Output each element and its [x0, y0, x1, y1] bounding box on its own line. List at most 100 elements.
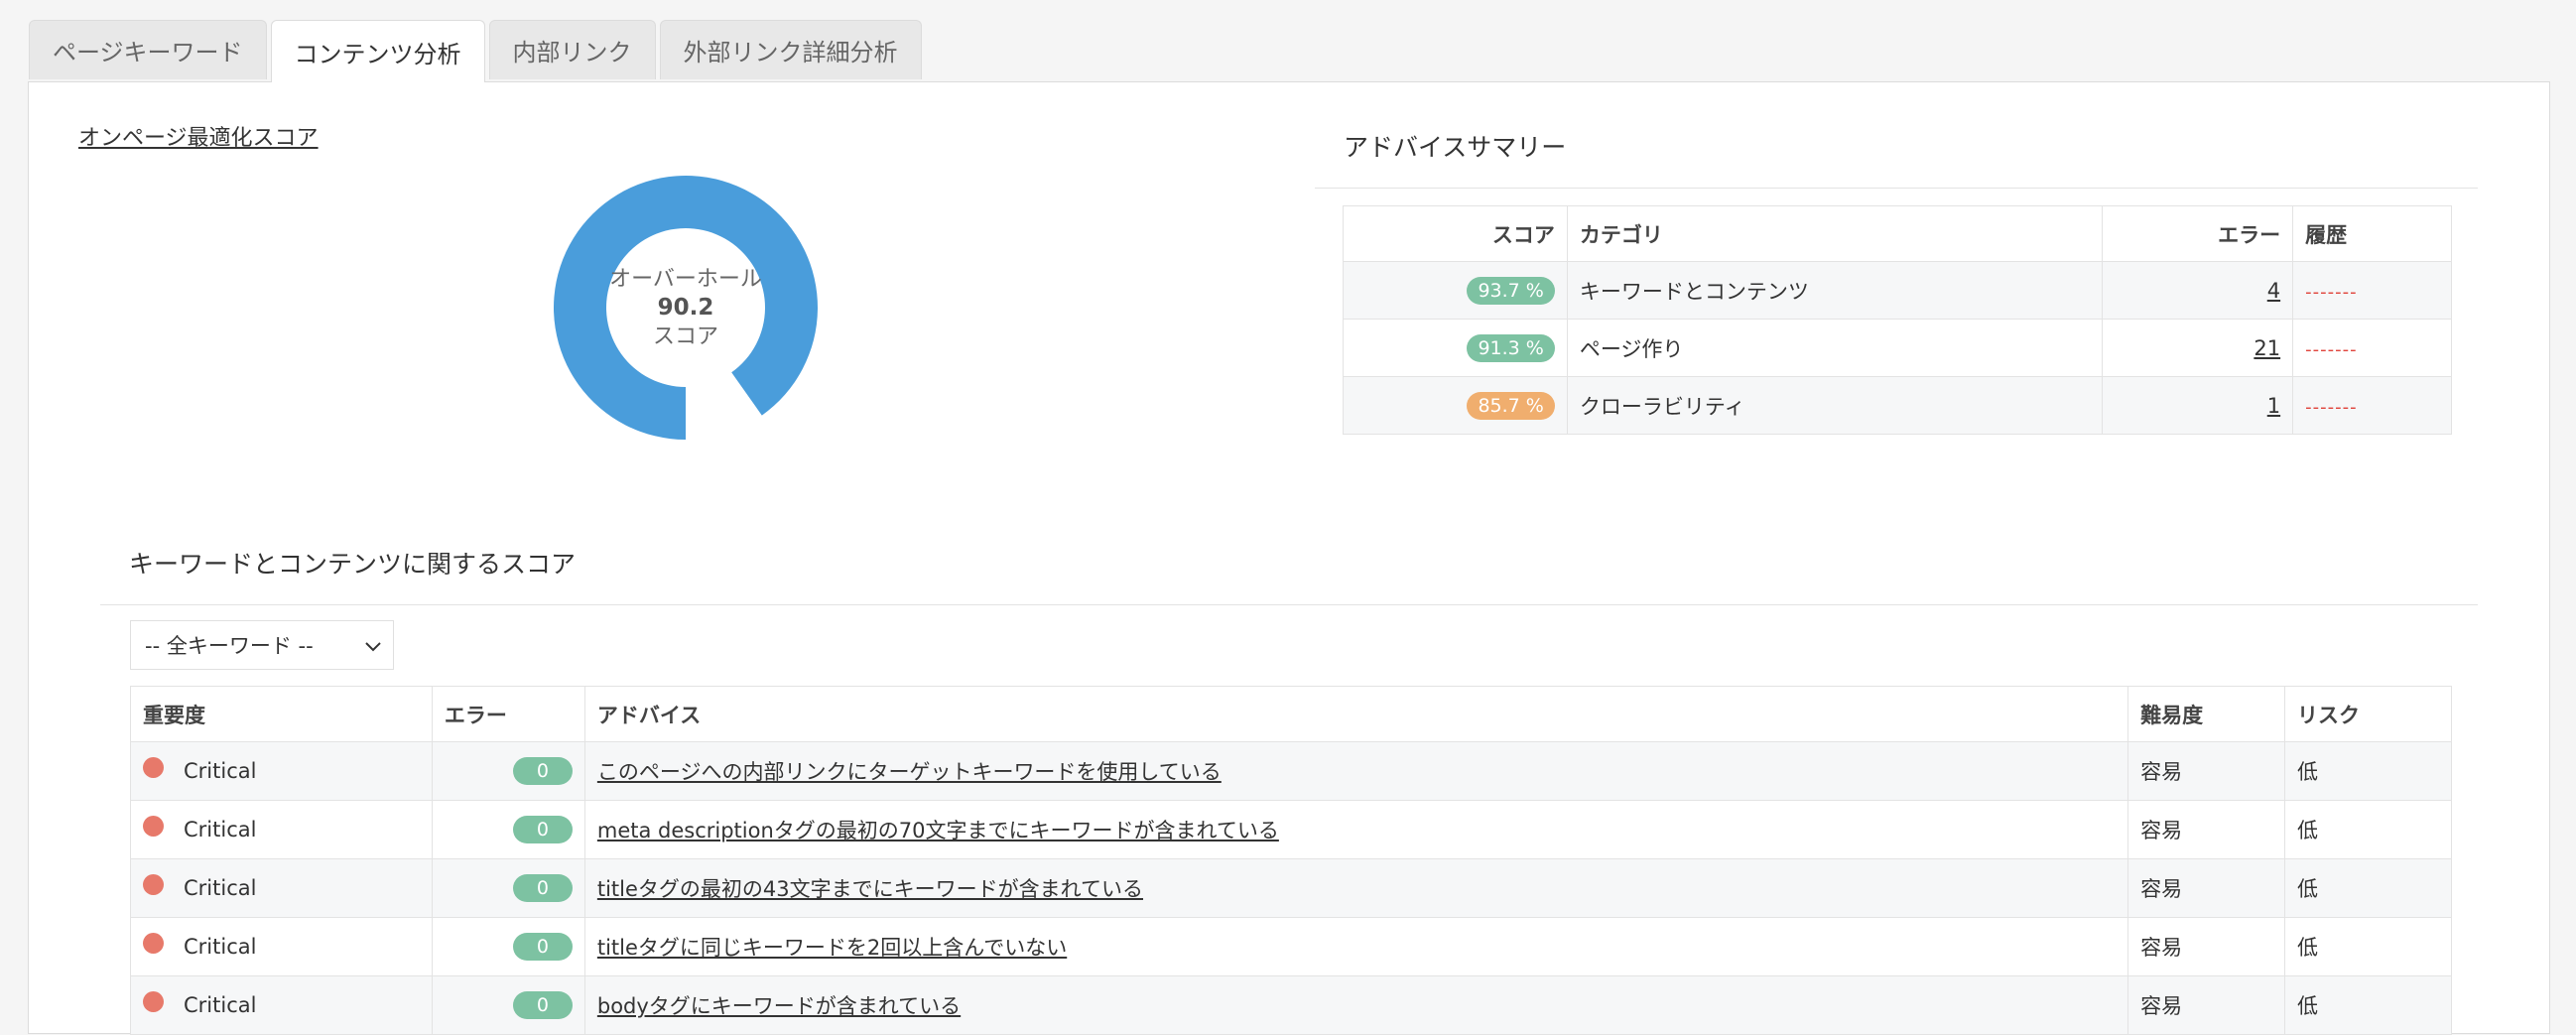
advice-cell: titleタグの最初の43文字までにキーワードが含まれている [583, 858, 2129, 918]
tab-internal-links[interactable]: 内部リンク [488, 20, 656, 79]
severity-label: Critical [184, 935, 257, 959]
severity-label: Critical [184, 993, 257, 1017]
summary-history-cell: ------- [2292, 261, 2452, 320]
summary-errors-cell: 1 [2102, 376, 2294, 435]
summary-header-row: スコア カテゴリ エラー 履歴 [1343, 205, 2452, 262]
summary-errors-link[interactable]: 1 [2267, 394, 2280, 418]
critical-dot-icon [143, 873, 164, 895]
summary-header-history: 履歴 [2292, 205, 2452, 262]
difficulty-cell: 容易 [2127, 800, 2286, 859]
difficulty-cell: 容易 [2127, 917, 2286, 976]
score-badge: 85.7 % [1467, 391, 1555, 420]
error-count-badge: 0 [512, 874, 573, 902]
summary-header-errors: エラー [2102, 205, 2294, 262]
summary-errors-link[interactable]: 4 [2267, 279, 2280, 303]
header-difficulty: 難易度 [2127, 686, 2286, 742]
errors-cell: 0 [431, 975, 585, 1035]
summary-errors-cell: 4 [2102, 261, 2294, 320]
summary-score-cell: 85.7 % [1343, 376, 1568, 435]
summary-row: 93.7 % キーワードとコンテンツ 4 ------- [1343, 261, 2452, 320]
summary-category: キーワードとコンテンツ [1566, 261, 2104, 320]
section-divider [100, 604, 2478, 605]
summary-divider [1315, 188, 2478, 189]
content-panel: オンページ最適化スコア オーバーホール 90.2 スコア アドバイスサマリー ス… [28, 81, 2550, 1035]
advice-summary-title: アドバイスサマリー [1344, 133, 1567, 162]
summary-errors-link[interactable]: 21 [2254, 336, 2280, 360]
header-severity: 重要度 [130, 686, 433, 742]
critical-dot-icon [143, 756, 164, 778]
advice-link[interactable]: meta descriptionタグの最初の70文字までにキーワードが含まれてい… [597, 819, 1279, 842]
advice-row: Critical 0 meta descriptionタグの最初の70文字までに… [130, 800, 2452, 859]
history-sparkline: ------- [2305, 396, 2358, 418]
advice-summary-table: スコア カテゴリ エラー 履歴 93.7 % キーワードとコンテンツ 4 ---… [1343, 205, 2452, 435]
errors-cell: 0 [431, 741, 585, 801]
severity-label: Critical [184, 876, 257, 900]
summary-header-score: スコア [1343, 205, 1568, 262]
severity-cell: Critical [130, 800, 433, 859]
severity-cell: Critical [130, 741, 433, 801]
advice-header-row: 重要度 エラー アドバイス 難易度 リスク [130, 686, 2452, 742]
errors-cell: 0 [431, 800, 585, 859]
donut-label-bottom: スコア [652, 323, 718, 349]
donut-center-label: オーバーホール 90.2 スコア [552, 174, 820, 442]
error-count-badge: 0 [512, 816, 573, 843]
header-advice: アドバイス [583, 686, 2129, 742]
critical-dot-icon [143, 815, 164, 837]
tab-page-keywords[interactable]: ページキーワード [29, 20, 267, 79]
summary-row: 85.7 % クローラビリティ 1 ------- [1343, 376, 2452, 435]
severity-cell: Critical [130, 975, 433, 1035]
header-risk: リスク [2284, 686, 2452, 742]
donut-label-top: オーバーホール [609, 266, 762, 292]
history-sparkline: ------- [2305, 281, 2358, 303]
errors-cell: 0 [431, 858, 585, 918]
risk-cell: 低 [2284, 975, 2452, 1035]
keyword-content-score-title: キーワードとコンテンツに関するスコア [129, 550, 577, 579]
difficulty-cell: 容易 [2127, 741, 2286, 801]
risk-cell: 低 [2284, 858, 2452, 918]
advice-row: Critical 0 bodyタグにキーワードが含まれている 容易 低 [130, 975, 2452, 1035]
advice-link[interactable]: titleタグの最初の43文字までにキーワードが含まれている [597, 877, 1143, 901]
score-badge: 93.7 % [1467, 276, 1555, 305]
advice-row: Critical 0 このページへの内部リンクにターゲットキーワードを使用してい… [130, 741, 2452, 801]
tab-external-links[interactable]: 外部リンク詳細分析 [659, 20, 922, 79]
advice-cell: meta descriptionタグの最初の70文字までにキーワードが含まれてい… [583, 800, 2129, 859]
advice-row: Critical 0 titleタグの最初の43文字までにキーワードが含まれてい… [130, 858, 2452, 918]
summary-header-category: カテゴリ [1566, 205, 2104, 262]
error-count-badge: 0 [512, 757, 573, 785]
advice-cell: bodyタグにキーワードが含まれている [583, 975, 2129, 1035]
keyword-filter-select[interactable]: -- 全キーワード -- [130, 620, 394, 670]
summary-history-cell: ------- [2292, 376, 2452, 435]
tab-bar: ページキーワード コンテンツ分析 内部リンク 外部リンク詳細分析 [29, 20, 922, 82]
advice-link[interactable]: bodyタグにキーワードが含まれている [597, 994, 961, 1018]
advice-row: Critical 0 titleタグに同じキーワードを2回以上含んでいない 容易… [130, 917, 2452, 976]
risk-cell: 低 [2284, 917, 2452, 976]
difficulty-cell: 容易 [2127, 975, 2286, 1035]
score-badge: 91.3 % [1467, 333, 1555, 362]
tab-content-analysis[interactable]: コンテンツ分析 [270, 20, 485, 82]
severity-cell: Critical [130, 917, 433, 976]
header-errors: エラー [431, 686, 585, 742]
risk-cell: 低 [2284, 741, 2452, 801]
history-sparkline: ------- [2305, 338, 2358, 360]
summary-row: 91.3 % ページ作り 21 ------- [1343, 319, 2452, 377]
onpage-score-link[interactable]: オンページ最適化スコア [78, 120, 319, 152]
advice-cell: このページへの内部リンクにターゲットキーワードを使用している [583, 741, 2129, 801]
advice-link[interactable]: titleタグに同じキーワードを2回以上含んでいない [597, 936, 1067, 960]
error-count-badge: 0 [512, 933, 573, 961]
critical-dot-icon [143, 990, 164, 1012]
risk-cell: 低 [2284, 800, 2452, 859]
donut-score-value: 90.2 [657, 294, 714, 321]
summary-category: ページ作り [1566, 319, 2104, 377]
advice-link[interactable]: このページへの内部リンクにターゲットキーワードを使用している [597, 760, 1222, 784]
difficulty-cell: 容易 [2127, 858, 2286, 918]
critical-dot-icon [143, 932, 164, 954]
severity-label: Critical [184, 818, 257, 841]
summary-score-cell: 93.7 % [1343, 261, 1568, 320]
summary-errors-cell: 21 [2102, 319, 2294, 377]
summary-history-cell: ------- [2292, 319, 2452, 377]
summary-score-cell: 91.3 % [1343, 319, 1568, 377]
severity-cell: Critical [130, 858, 433, 918]
keyword-filter-value: -- 全キーワード -- [145, 634, 314, 658]
severity-label: Critical [184, 759, 257, 783]
advice-table: 重要度 エラー アドバイス 難易度 リスク Critical 0 このページへの… [130, 686, 2452, 1035]
